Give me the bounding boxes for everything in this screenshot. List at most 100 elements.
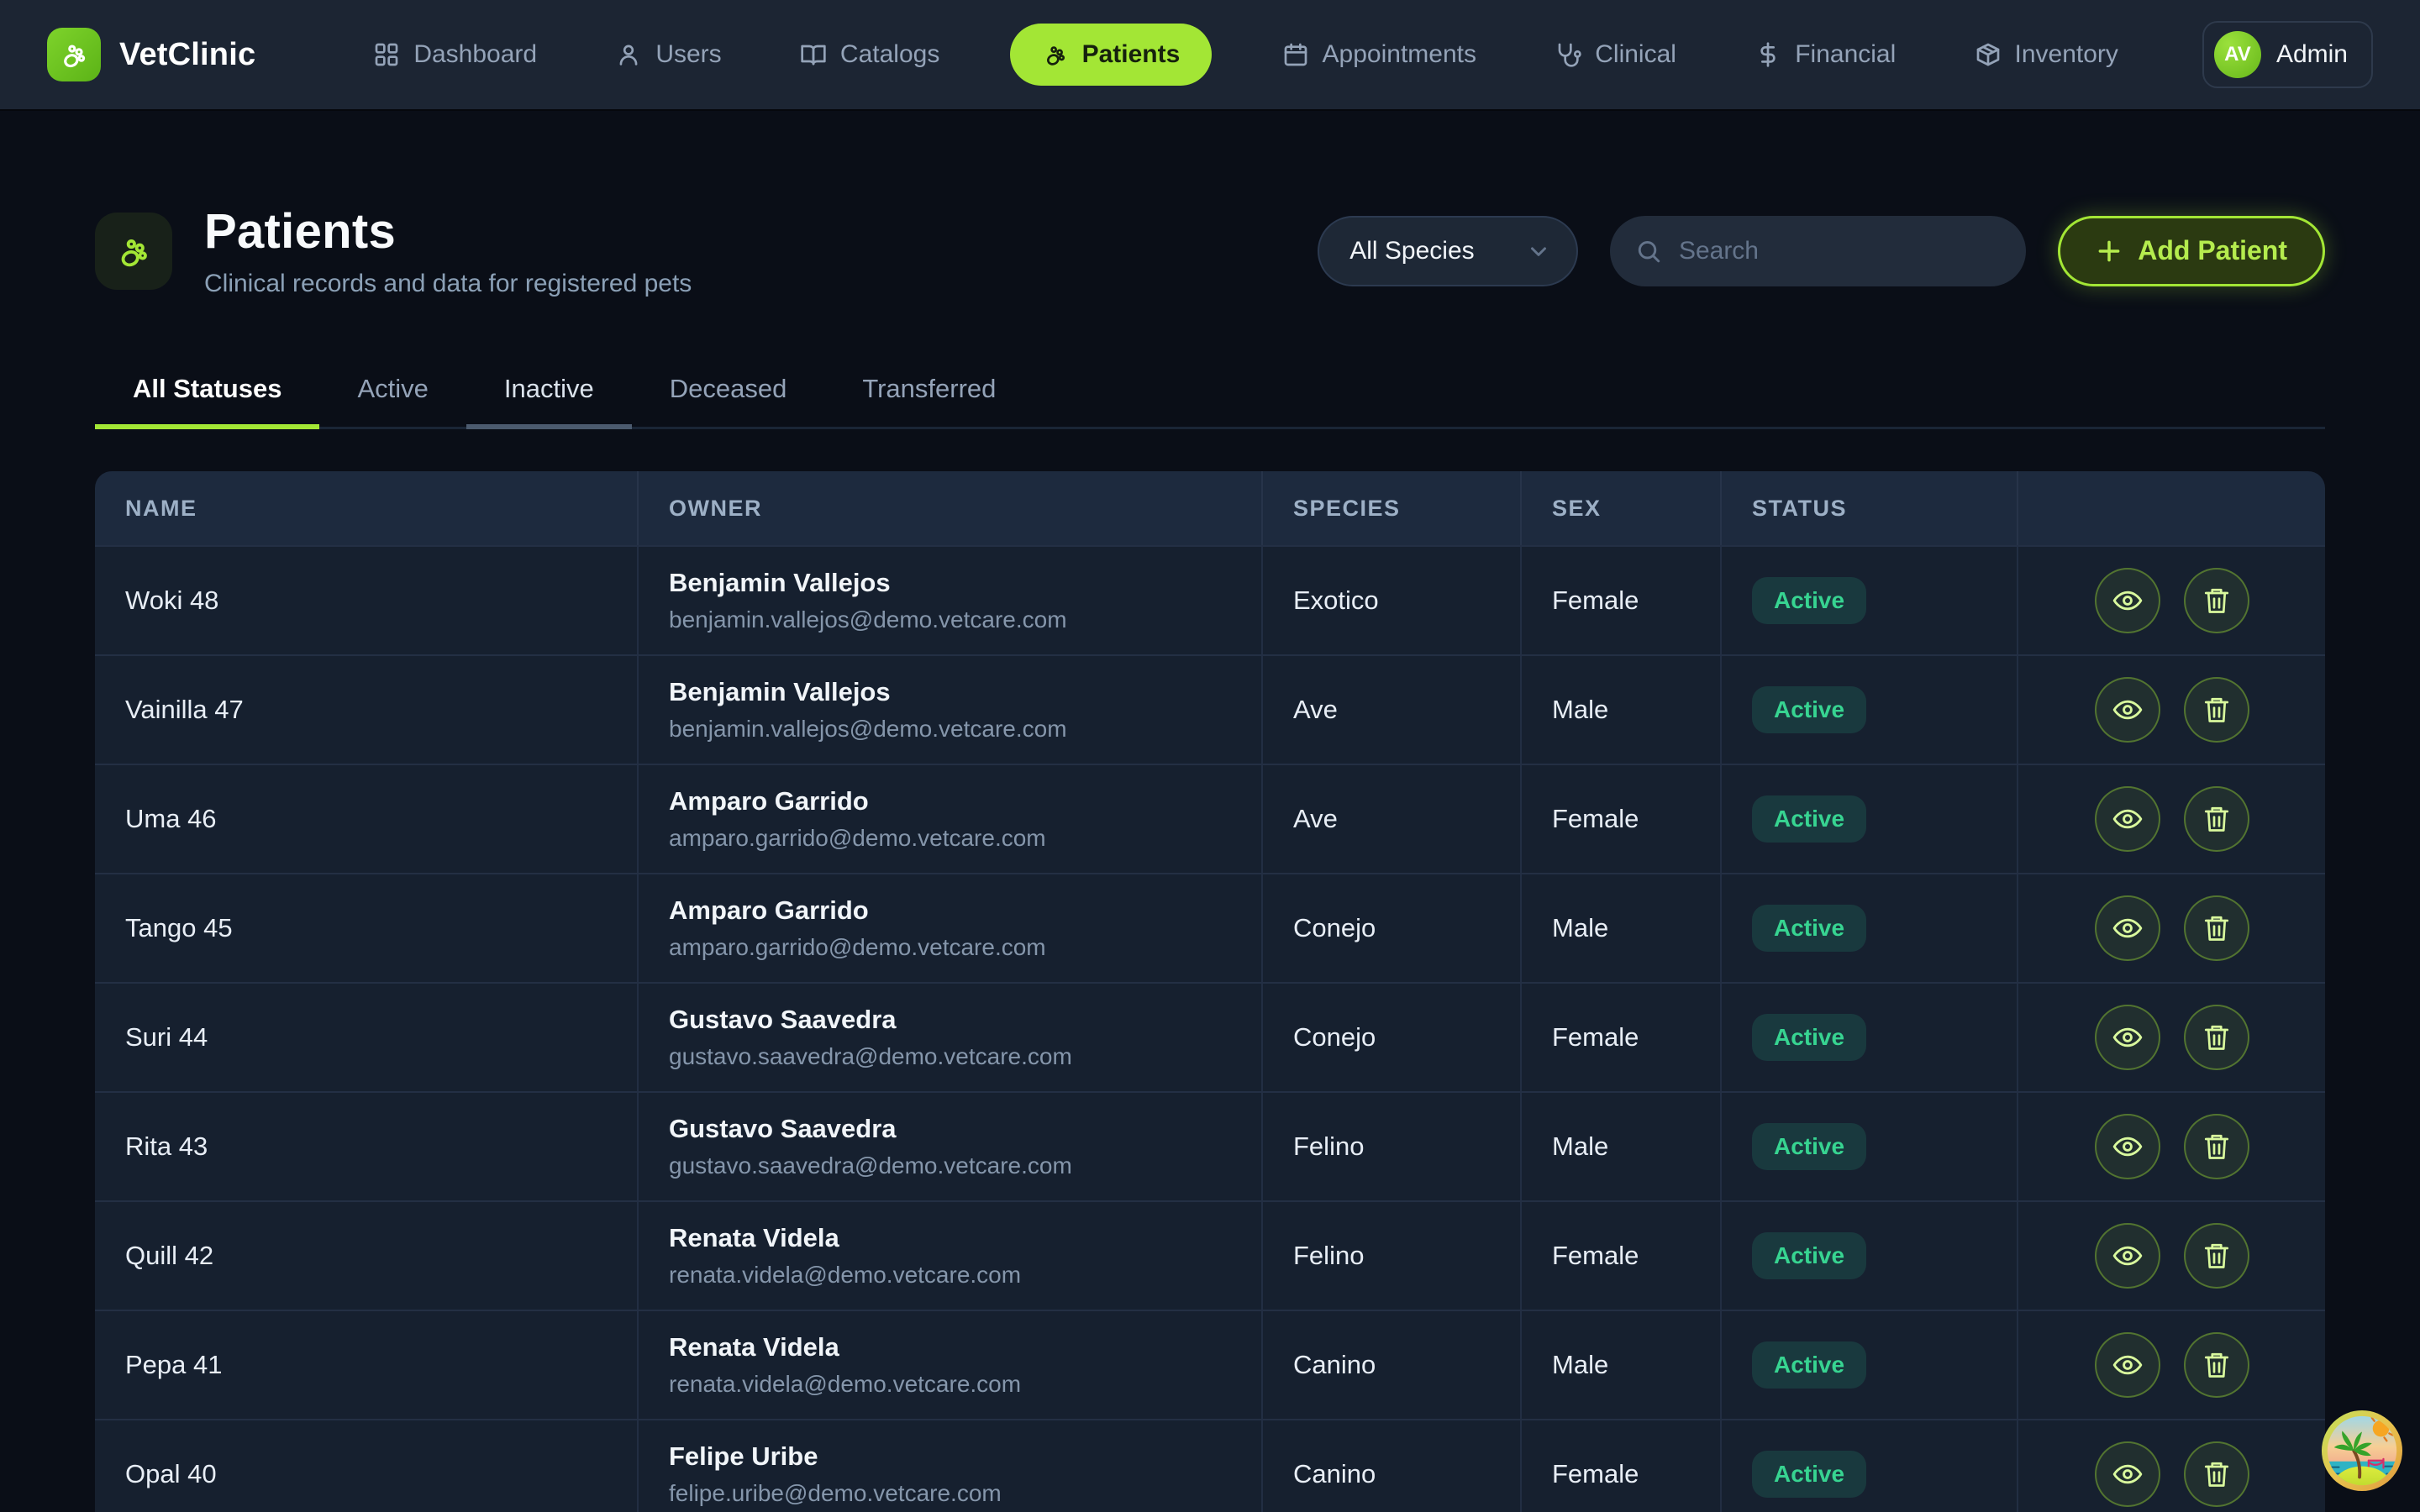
species-cell: Ave [1263, 656, 1522, 764]
col-name: NAME [95, 471, 639, 545]
add-patient-button[interactable]: Add Patient [2058, 216, 2325, 286]
sex-cell: Female [1522, 1202, 1722, 1310]
patient-name-cell: Suri 44 [95, 984, 639, 1091]
species-filter-select[interactable]: All Species [1318, 216, 1578, 286]
owner-cell: Benjamin Vallejos benjamin.vallejos@demo… [639, 656, 1263, 764]
table-row: Quill 42 Renata Videla renata.videla@dem… [95, 1200, 2325, 1310]
nav-item-label: Financial [1795, 40, 1896, 69]
view-patient-button[interactable] [2095, 1332, 2160, 1398]
owner-email: gustavo.saavedra@demo.vetcare.com [669, 1152, 1261, 1179]
package-icon [1975, 41, 2002, 68]
patient-name-cell: Opal 40 [95, 1420, 639, 1512]
eye-icon [2112, 1021, 2144, 1053]
tab-deceased[interactable]: Deceased [632, 354, 825, 429]
owner-name: Renata Videla [669, 1223, 1261, 1253]
delete-patient-button[interactable] [2184, 1114, 2249, 1179]
delete-patient-button[interactable] [2184, 1332, 2249, 1398]
view-patient-button[interactable] [2095, 1005, 2160, 1070]
tab-transferred[interactable]: Transferred [824, 354, 1034, 429]
status-badge: Active [1752, 686, 1866, 733]
view-patient-button[interactable] [2095, 1223, 2160, 1289]
delete-patient-button[interactable] [2184, 568, 2249, 633]
view-patient-button[interactable] [2095, 568, 2160, 633]
patient-name-cell: Tango 45 [95, 874, 639, 982]
owner-name: Gustavo Saavedra [669, 1005, 1261, 1035]
table-row: Suri 44 Gustavo Saavedra gustavo.saavedr… [95, 982, 2325, 1091]
dollar-icon [1754, 41, 1781, 68]
paw-icon [58, 39, 90, 71]
view-patient-button[interactable] [2095, 786, 2160, 852]
owner-name: Benjamin Vallejos [669, 677, 1261, 707]
book-open-icon [800, 41, 827, 68]
actions-cell [2018, 1202, 2325, 1310]
owner-cell: Gustavo Saavedra gustavo.saavedra@demo.v… [639, 1093, 1263, 1200]
delete-patient-button[interactable] [2184, 677, 2249, 743]
trash-icon [2202, 1350, 2232, 1380]
delete-patient-button[interactable] [2184, 1223, 2249, 1289]
delete-patient-button[interactable] [2184, 1005, 2249, 1070]
nav-item-patients[interactable]: Patients [1010, 24, 1213, 86]
species-cell: Felino [1263, 1202, 1522, 1310]
patient-name-cell: Pepa 41 [95, 1311, 639, 1419]
actions-cell [2018, 547, 2325, 654]
nav-item-financial[interactable]: Financial [1746, 24, 1904, 86]
status-cell: Active [1722, 656, 2018, 764]
status-badge: Active [1752, 795, 1866, 843]
tab-inactive[interactable]: Inactive [466, 354, 632, 429]
view-patient-button[interactable] [2095, 1441, 2160, 1507]
col-actions [2018, 471, 2325, 545]
nav-item-users[interactable]: Users [607, 24, 729, 86]
delete-patient-button[interactable] [2184, 1441, 2249, 1507]
paw-icon [114, 232, 153, 270]
nav-item-label: Appointments [1323, 40, 1476, 69]
page-icon [95, 213, 172, 290]
status-badge: Active [1752, 905, 1866, 952]
status-badge: Active [1752, 1123, 1866, 1170]
plus-icon [2096, 238, 2123, 265]
nav-item-catalogs[interactable]: Catalogs [792, 24, 948, 86]
owner-name: Amparo Garrido [669, 786, 1261, 816]
species-cell: Conejo [1263, 984, 1522, 1091]
delete-patient-button[interactable] [2184, 786, 2249, 852]
tropical-island-sticker[interactable] [2321, 1410, 2403, 1492]
owner-email: benjamin.vallejos@demo.vetcare.com [669, 606, 1261, 633]
nav-item-label: Dashboard [413, 40, 537, 69]
view-patient-button[interactable] [2095, 895, 2160, 961]
status-cell: Active [1722, 765, 2018, 873]
brand[interactable]: VetClinic [47, 28, 255, 81]
nav-item-dashboard[interactable]: Dashboard [365, 24, 545, 86]
actions-cell [2018, 1093, 2325, 1200]
status-badge: Active [1752, 1014, 1866, 1061]
table-row: Rita 43 Gustavo Saavedra gustavo.saavedr… [95, 1091, 2325, 1200]
trash-icon [2202, 1131, 2232, 1162]
table-body: Woki 48 Benjamin Vallejos benjamin.valle… [95, 545, 2325, 1512]
species-cell: Felino [1263, 1093, 1522, 1200]
search-input[interactable] [1679, 237, 2001, 265]
species-filter-value: All Species [1349, 237, 1474, 265]
table-row: Uma 46 Amparo Garrido amparo.garrido@dem… [95, 764, 2325, 873]
owner-email: renata.videla@demo.vetcare.com [669, 1262, 1261, 1289]
species-cell: Canino [1263, 1311, 1522, 1419]
status-cell: Active [1722, 1311, 2018, 1419]
owner-name: Felipe Uribe [669, 1441, 1261, 1472]
calendar-icon [1282, 41, 1309, 68]
sex-cell: Male [1522, 1093, 1722, 1200]
owner-name: Gustavo Saavedra [669, 1114, 1261, 1144]
nav-item-label: Catalogs [840, 40, 939, 69]
chevron-down-icon [1526, 239, 1551, 264]
nav-item-appointments[interactable]: Appointments [1274, 24, 1485, 86]
patient-name-cell: Quill 42 [95, 1202, 639, 1310]
tab-all-statuses[interactable]: All Statuses [95, 354, 319, 429]
admin-menu[interactable]: AV Admin [2202, 21, 2373, 88]
trash-icon [2202, 695, 2232, 725]
view-patient-button[interactable] [2095, 677, 2160, 743]
nav-item-inventory[interactable]: Inventory [1966, 24, 2127, 86]
owner-cell: Gustavo Saavedra gustavo.saavedra@demo.v… [639, 984, 1263, 1091]
user-icon [615, 41, 642, 68]
tab-active[interactable]: Active [319, 354, 466, 429]
col-species: SPECIES [1263, 471, 1522, 545]
nav-item-label: Users [655, 40, 721, 69]
nav-item-clinical[interactable]: Clinical [1546, 24, 1685, 86]
delete-patient-button[interactable] [2184, 895, 2249, 961]
view-patient-button[interactable] [2095, 1114, 2160, 1179]
